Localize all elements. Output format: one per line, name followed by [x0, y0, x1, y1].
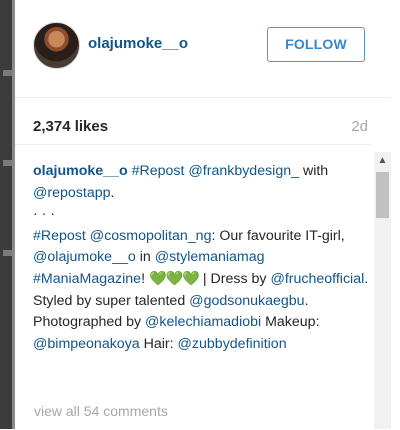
caption-author[interactable]: olajumoke__o	[33, 163, 128, 179]
page-right-edge	[391, 0, 400, 429]
hashtag-link[interactable]: #ManiaMagazine	[33, 271, 141, 287]
hashtag-link[interactable]: #Repost	[33, 228, 86, 244]
comments-section: olajumoke__o #Repost @frankbydesign_ wit…	[15, 144, 371, 430]
caption-text: !	[141, 270, 149, 287]
caption-text: Makeup:	[261, 314, 320, 331]
mention-link[interactable]: @olajumoke__o	[33, 249, 136, 265]
caption-text: with	[299, 163, 329, 179]
likes-count[interactable]: 2,374 likes	[33, 118, 108, 135]
mention-link[interactable]: @cosmopolitan_ng	[90, 228, 212, 244]
caption-text: .	[110, 184, 115, 201]
caption-text: : Our favourite IT-girl,	[211, 227, 345, 244]
view-all-comments-link[interactable]: view all 54 comments	[34, 403, 168, 419]
green-hearts-emoji: 💚💚💚	[148, 270, 200, 287]
mention-link[interactable]: @frankbydesign_	[188, 163, 299, 179]
comments-scrollbar[interactable]: ▲	[374, 152, 391, 429]
mention-link[interactable]: @kelechiamadiobi	[145, 314, 261, 330]
mention-link[interactable]: @repostapp	[33, 185, 111, 201]
mention-link[interactable]: @godsonukaegbu	[189, 293, 304, 309]
caption-text: · · ·	[33, 206, 56, 223]
mention-link[interactable]: @frucheofficial	[270, 271, 364, 287]
mention-link[interactable]: @bimpeonakoya	[33, 336, 140, 352]
post-time[interactable]: 2d	[351, 118, 368, 135]
follow-button[interactable]: FOLLOW	[267, 27, 365, 62]
scroll-up-arrow-icon[interactable]: ▲	[374, 152, 391, 169]
avatar[interactable]	[33, 22, 80, 69]
hashtag-link[interactable]: #Repost	[132, 163, 185, 179]
page-left-edge	[0, 0, 15, 429]
scroll-thumb[interactable]	[376, 172, 389, 218]
caption-body: #Repost @frankbydesign_ with @repostapp.…	[33, 163, 368, 352]
mention-link[interactable]: @stylemaniamag	[155, 249, 265, 265]
mention-link[interactable]: @zubbydefinition	[178, 336, 287, 352]
caption-text: | Dress by	[198, 270, 271, 287]
post-header: olajumoke__o FOLLOW	[15, 0, 400, 98]
caption-text: in	[135, 249, 155, 266]
caption: olajumoke__o #Repost @frankbydesign_ wit…	[33, 161, 371, 355]
post-username[interactable]: olajumoke__o	[88, 35, 188, 52]
caption-text: Hair:	[139, 335, 178, 352]
